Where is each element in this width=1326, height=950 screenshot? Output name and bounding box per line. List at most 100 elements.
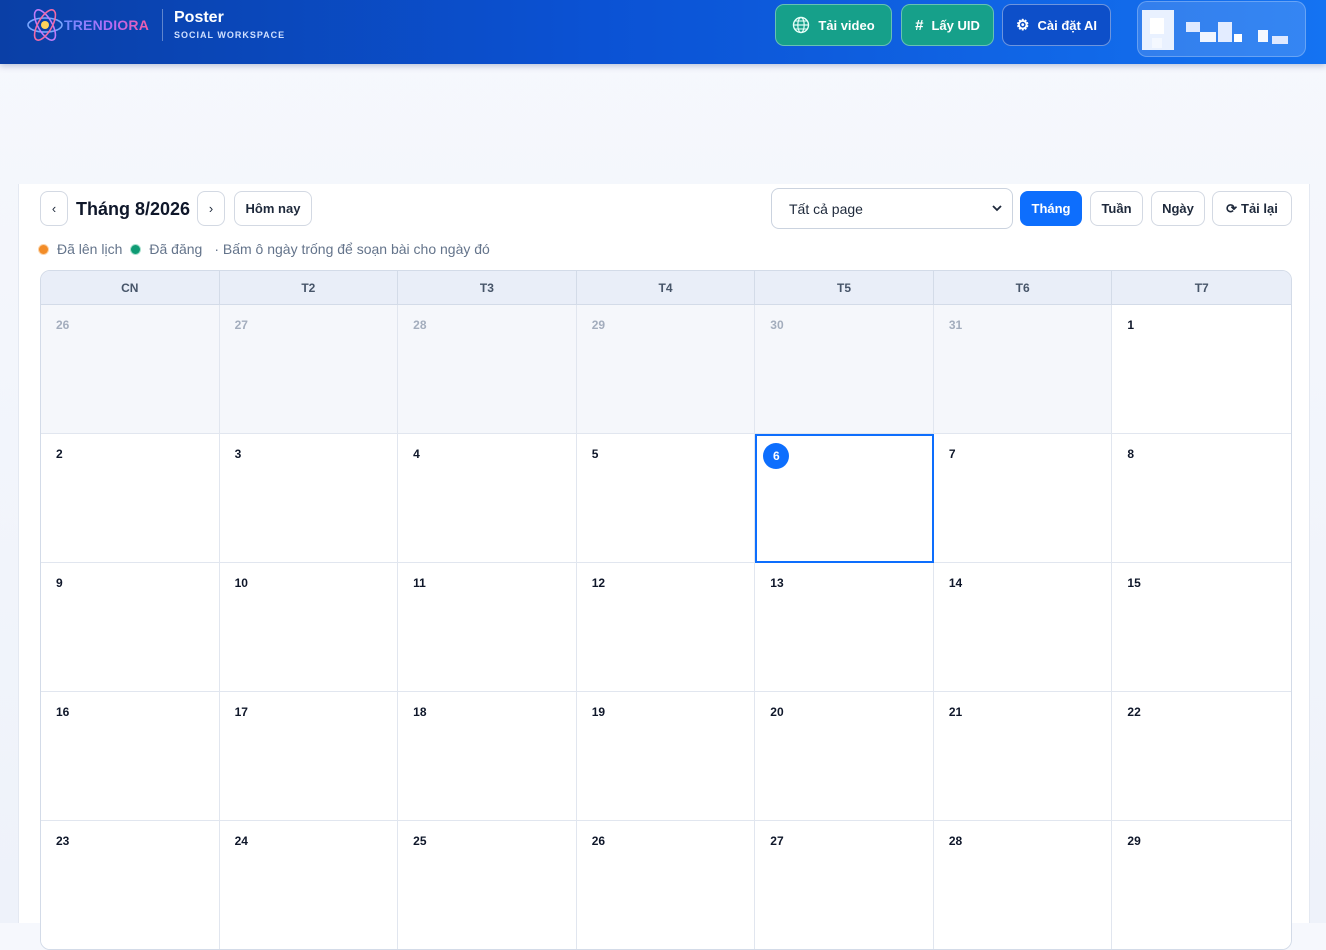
day-number: 7 — [948, 447, 956, 461]
scheduled-dot-icon — [38, 243, 49, 255]
logo-text: TRENDIORA — [64, 17, 150, 33]
today-button[interactable]: Hôm nay — [234, 191, 312, 226]
published-dot-icon — [130, 243, 142, 255]
globe-icon — [793, 16, 810, 34]
day-cell[interactable]: 25 — [398, 821, 577, 949]
ai-settings-label: Cài đặt AI — [1037, 17, 1097, 33]
day-number: 25 — [413, 834, 427, 848]
day-cell[interactable]: 24 — [219, 821, 399, 949]
day-cell[interactable]: 28 — [933, 821, 1113, 949]
month-label: Tháng 8/2026 — [76, 199, 191, 219]
chevron-down-icon — [992, 205, 1002, 212]
app-title: Poster — [174, 9, 224, 26]
legend-hint: · Bấm ô ngày trống để soạn bài cho ngày … — [214, 241, 490, 257]
day-cell[interactable]: 5 — [576, 434, 756, 563]
reload-button[interactable]: ⟳ Tải lại — [1212, 191, 1292, 226]
day-number: 6 — [763, 443, 790, 469]
page-select-value: Tất cả page — [789, 200, 863, 217]
day-cell[interactable]: 21 — [933, 692, 1113, 821]
day-number: 17 — [234, 705, 248, 719]
day-number: 8 — [1127, 447, 1135, 461]
month-calendar: CN T2 T3 T4 T5 T6 T7 26 27 28 29 30 31 1 2 3 4 5 6 7 8 9 10 11… — [40, 270, 1292, 950]
day-number: 19 — [591, 705, 606, 719]
day-cell[interactable]: 7 — [933, 434, 1113, 563]
view-day-button[interactable]: Ngày — [1151, 191, 1205, 226]
day-cell[interactable]: 26 — [41, 305, 220, 434]
get-uid-label: Lấy UID — [931, 17, 980, 33]
page-select[interactable]: Tất cả page — [771, 188, 1013, 229]
day-cell[interactable]: 13 — [755, 563, 934, 692]
day-cell-today[interactable]: 6 — [755, 434, 934, 563]
day-cell[interactable]: 31 — [933, 305, 1113, 434]
legend-published: Đã đăng — [149, 241, 203, 257]
day-cell[interactable]: 27 — [219, 305, 399, 434]
top-bar: TRENDIORA Poster SOCIAL WORKSPACE Tải vi… — [0, 0, 1326, 64]
day-number: 29 — [591, 318, 606, 332]
get-uid-button[interactable]: # Lấy UID — [901, 4, 994, 46]
day-number: 16 — [56, 705, 70, 719]
day-number: 3 — [234, 447, 242, 461]
reload-label: Tải lại — [1241, 201, 1278, 216]
day-number: 12 — [591, 576, 606, 590]
weekday-header-cell: T3 — [398, 271, 577, 304]
day-cell[interactable]: 23 — [41, 821, 220, 949]
day-cell[interactable]: 30 — [755, 305, 934, 434]
day-cell[interactable]: 19 — [576, 692, 756, 821]
user-menu[interactable] — [1137, 1, 1306, 57]
view-week-button[interactable]: Tuần — [1090, 191, 1143, 226]
day-number: 21 — [948, 705, 963, 719]
day-cell[interactable]: 26 — [576, 821, 756, 949]
day-number: 29 — [1127, 834, 1141, 848]
day-cell[interactable]: 16 — [41, 692, 220, 821]
view-month-button[interactable]: Tháng — [1020, 191, 1082, 226]
day-cell[interactable]: 10 — [219, 563, 399, 692]
day-cell[interactable]: 15 — [1112, 563, 1291, 692]
weekday-header-cell: T4 — [577, 271, 756, 304]
day-number: 28 — [413, 318, 427, 332]
day-number: 23 — [56, 834, 70, 848]
day-number: 11 — [413, 576, 426, 590]
day-cell[interactable]: 17 — [219, 692, 399, 821]
day-number: 26 — [591, 834, 606, 848]
next-month-button[interactable]: › — [197, 191, 225, 226]
day-cell[interactable]: 29 — [1112, 821, 1291, 949]
day-cell[interactable]: 28 — [398, 305, 577, 434]
day-cell[interactable]: 11 — [398, 563, 577, 692]
day-cell[interactable]: 4 — [398, 434, 577, 563]
day-cell[interactable]: 9 — [41, 563, 220, 692]
day-cell[interactable]: 20 — [755, 692, 934, 821]
day-number: 31 — [948, 318, 963, 332]
day-number: 18 — [413, 705, 427, 719]
day-number: 20 — [770, 705, 784, 719]
app-subtitle: SOCIAL WORKSPACE — [174, 30, 286, 40]
day-cell[interactable]: 12 — [576, 563, 756, 692]
day-cell[interactable]: 2 — [41, 434, 220, 563]
day-cell[interactable]: 18 — [398, 692, 577, 821]
day-number: 27 — [234, 318, 248, 332]
day-cell[interactable]: 1 — [1112, 305, 1291, 434]
day-number: 1 — [1127, 318, 1135, 332]
day-cell[interactable]: 3 — [219, 434, 399, 563]
weekday-header-cell: T5 — [755, 271, 934, 304]
weekday-header: CN T2 T3 T4 T5 T6 T7 — [41, 271, 1291, 305]
ai-settings-button[interactable]: ⚙ Cài đặt AI — [1002, 4, 1111, 46]
day-cell[interactable]: 29 — [576, 305, 756, 434]
day-number: 28 — [948, 834, 963, 848]
day-number: 24 — [234, 834, 248, 848]
download-video-label: Tải video — [818, 17, 875, 33]
weekday-header-cell: T7 — [1194, 280, 1209, 295]
day-number: 26 — [56, 318, 70, 332]
legend-scheduled: Đã lên lịch — [57, 241, 123, 257]
day-cell[interactable]: 22 — [1112, 692, 1291, 821]
day-cell[interactable]: 27 — [755, 821, 934, 949]
day-cell[interactable]: 8 — [1112, 434, 1291, 563]
day-number: 30 — [770, 318, 784, 332]
download-video-button[interactable]: Tải video — [775, 4, 892, 46]
hash-icon: # — [915, 16, 924, 34]
day-number: 10 — [234, 576, 248, 590]
day-cell[interactable]: 14 — [933, 563, 1113, 692]
brand-divider — [162, 9, 163, 41]
calendar-grid: 26 27 28 29 30 31 1 2 3 4 5 6 7 8 9 10 11 12 13 14 15 16 17 18 1… — [41, 305, 1291, 949]
day-number: 27 — [770, 834, 784, 848]
prev-month-button[interactable]: ‹ — [40, 191, 68, 226]
